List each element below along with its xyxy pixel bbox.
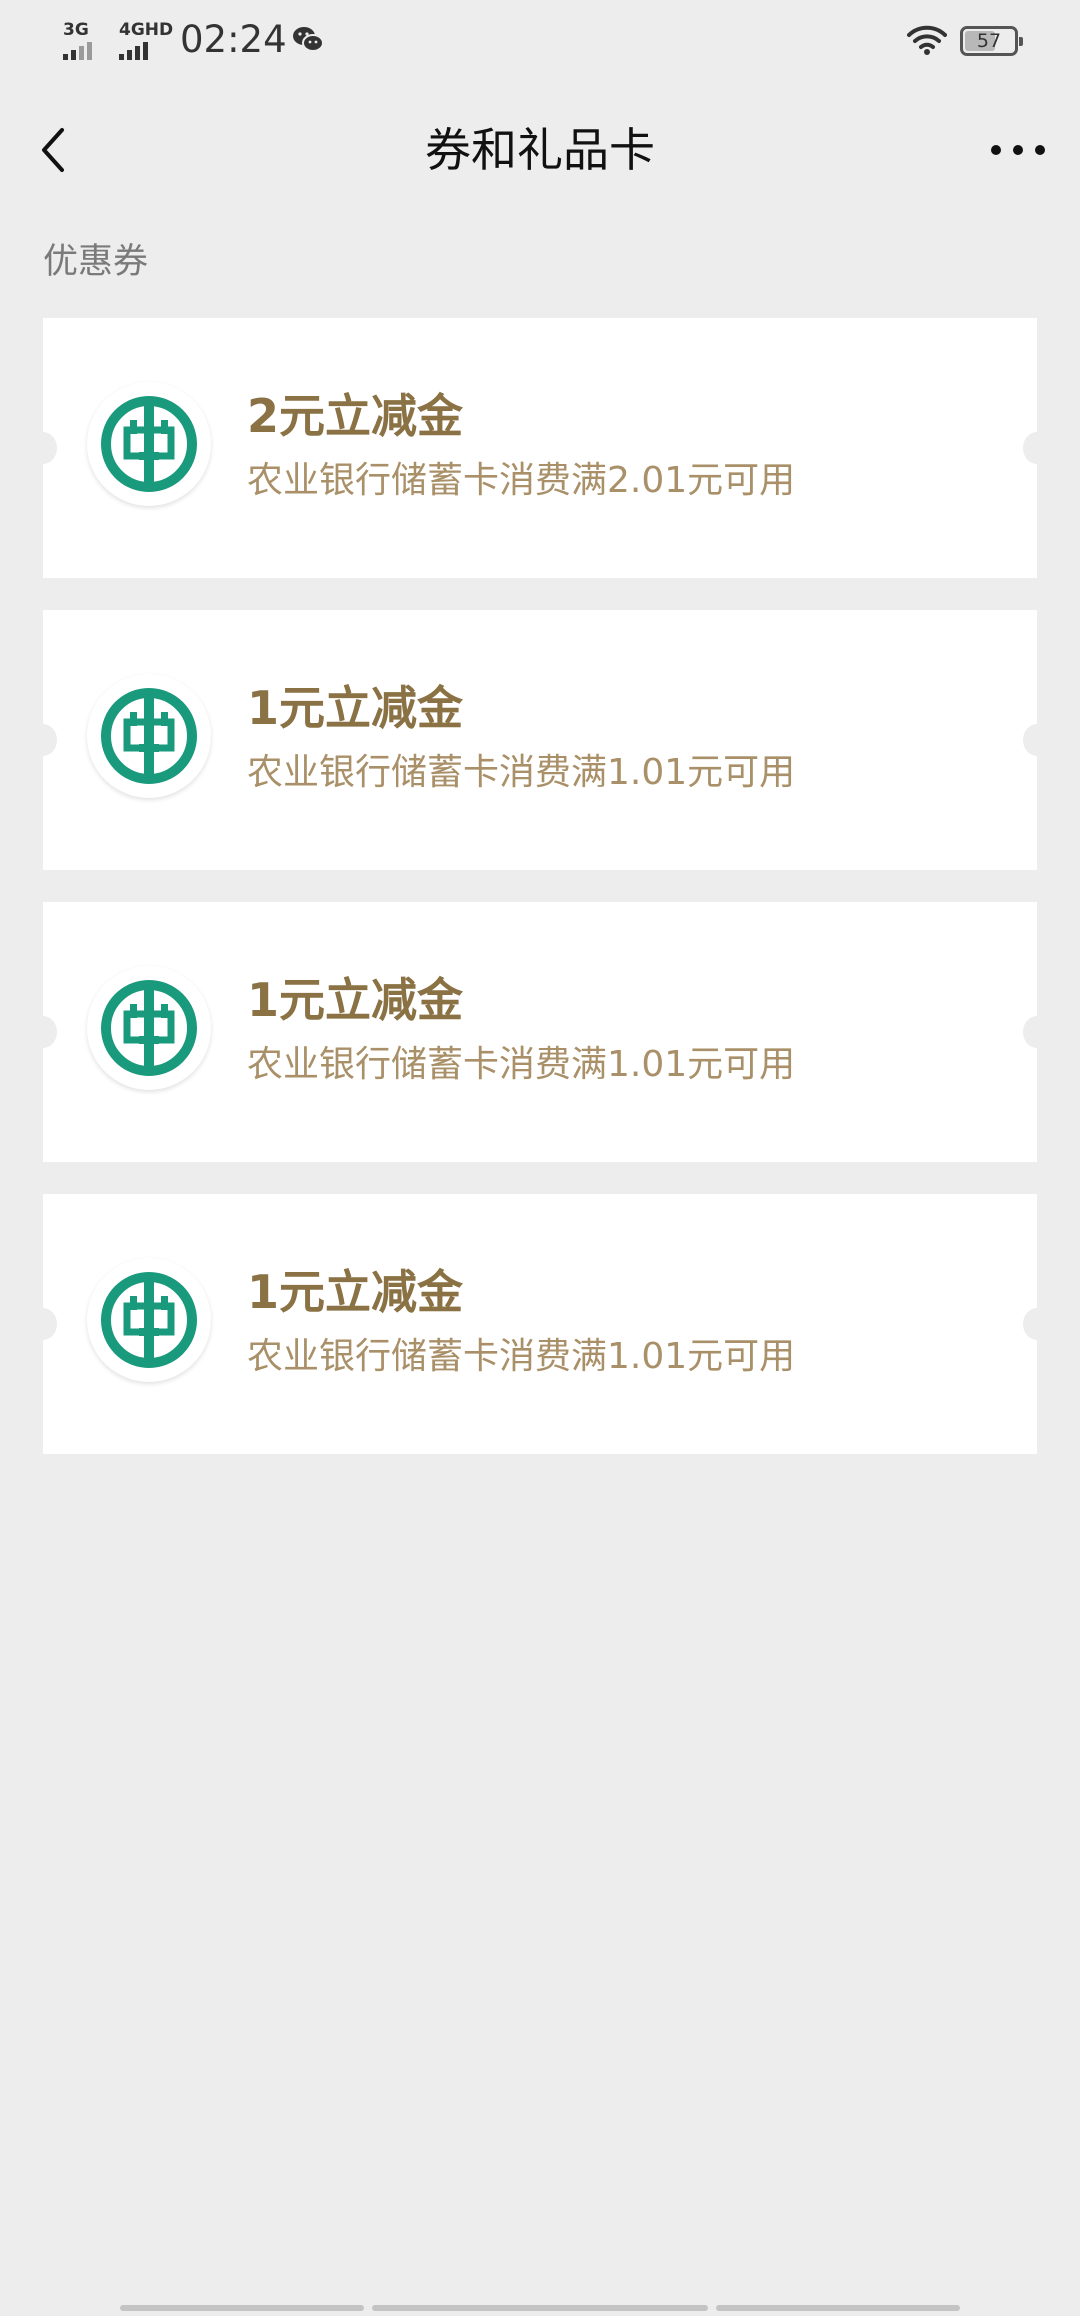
coupon-description: 农业银行储蓄卡消费满2.01元可用 [247, 460, 796, 501]
nav-bar: 券和礼品卡 [0, 100, 1080, 200]
coupon-title: 1元立减金 [247, 973, 464, 1027]
coupon-card[interactable]: 1元立减金 农业银行储蓄卡消费满1.01元可用 [29, 902, 1051, 1162]
signal-4g-label: 4GHD [119, 20, 174, 40]
card-notch [1023, 724, 1051, 756]
section-title-coupons: 优惠券 [43, 242, 149, 282]
card-notch [29, 1016, 57, 1048]
card-notch [1023, 432, 1051, 464]
coupon-title: 2元立减金 [247, 389, 464, 443]
signal-4g-indicator: 4GHD [119, 22, 173, 60]
gesture-bar-segment[interactable] [372, 2305, 708, 2311]
coupon-description: 农业银行储蓄卡消费满1.01元可用 [247, 752, 796, 793]
coupon-card[interactable]: 2元立减金 农业银行储蓄卡消费满2.01元可用 [29, 318, 1051, 578]
abc-bank-logo-icon [87, 966, 211, 1090]
wechat-notification-icon [293, 27, 324, 52]
page-title: 券和礼品卡 [425, 123, 655, 177]
card-notch [1023, 1016, 1051, 1048]
signal-bars-icon [63, 42, 92, 60]
status-time: 02:24 [180, 18, 287, 61]
coupon-description: 农业银行储蓄卡消费满1.01元可用 [247, 1336, 796, 1377]
more-dots-icon[interactable] [982, 120, 1054, 180]
card-notch [29, 724, 57, 756]
gesture-bar-segment [120, 2305, 364, 2311]
abc-bank-logo-icon [87, 382, 211, 506]
gesture-bar-segment [716, 2305, 960, 2311]
coupon-card[interactable]: 1元立减金 农业银行储蓄卡消费满1.01元可用 [29, 1194, 1051, 1454]
wifi-icon [907, 25, 947, 55]
abc-bank-logo-icon [87, 1258, 211, 1382]
signal-3g-label: 3G [63, 20, 89, 40]
coupon-description: 农业银行储蓄卡消费满1.01元可用 [247, 1044, 796, 1085]
coupon-title: 1元立减金 [247, 681, 464, 735]
card-notch [1023, 1308, 1051, 1340]
abc-bank-logo-icon [87, 674, 211, 798]
coupon-card[interactable]: 1元立减金 农业银行储蓄卡消费满1.01元可用 [29, 610, 1051, 870]
coupons-page: 3G 4GHD 02:24 57 券和礼品卡 优惠券 2元立减金 农业银行储蓄卡… [0, 0, 1080, 2316]
signal-3g-indicator: 3G [63, 22, 92, 60]
card-notch [29, 1308, 57, 1340]
battery-icon: 57 [960, 26, 1023, 56]
card-notch [29, 432, 57, 464]
signal-bars-icon [119, 42, 148, 60]
battery-level: 57 [976, 30, 1002, 52]
status-bar: 3G 4GHD 02:24 57 [0, 0, 1080, 84]
coupon-title: 1元立减金 [247, 1265, 464, 1319]
